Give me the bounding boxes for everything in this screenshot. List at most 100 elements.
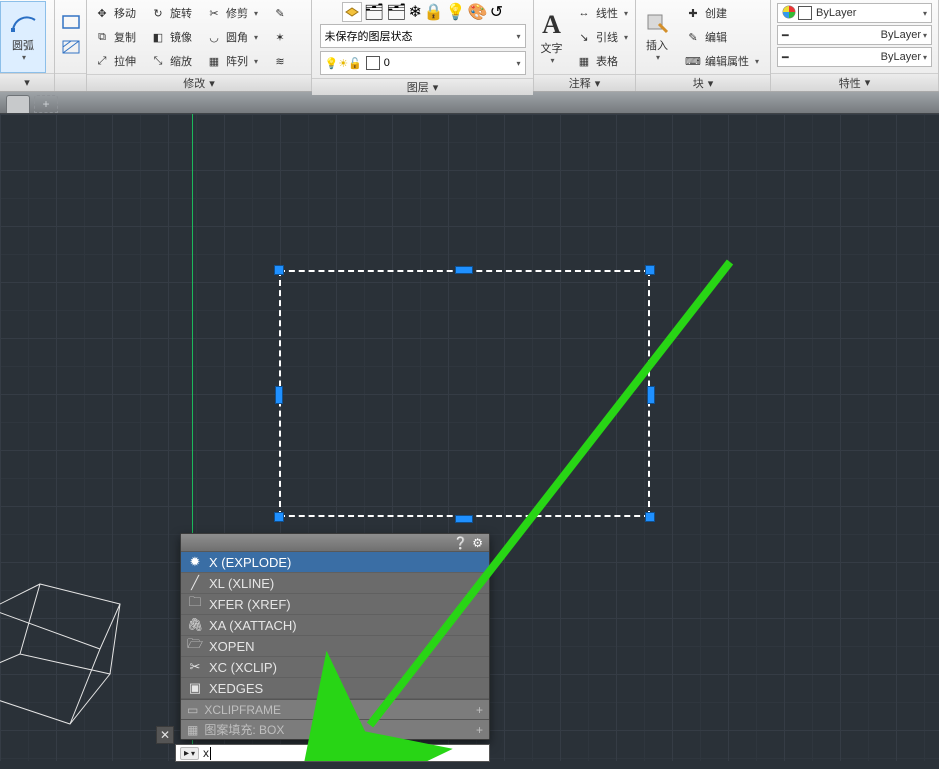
array-button[interactable]: ▦阵列▾: [202, 50, 262, 72]
block-attr-edit-button[interactable]: ⌨编辑属性▾: [681, 50, 763, 72]
ribbon-group-properties: ByLayer▾ ━ ByLayer▾ ━ ByLayer▾ 特性▾: [771, 0, 939, 91]
trim-button[interactable]: ✂修剪▾: [202, 2, 262, 24]
chevron-down-icon[interactable]: ▾: [708, 77, 714, 90]
layer-lock-icon[interactable]: 🔒: [424, 2, 444, 22]
color-combo[interactable]: ByLayer▾: [777, 3, 932, 23]
autocomplete-item-text: XL (XLINE): [209, 576, 274, 591]
chevron-down-icon: ▾: [923, 9, 927, 18]
erase-button[interactable]: ✎: [268, 2, 292, 24]
layer-name-input[interactable]: [384, 57, 515, 69]
autocomplete-item[interactable]: ✹ X (EXPLODE): [181, 552, 489, 573]
autocomplete-section-xclipframe[interactable]: ▭XCLIPFRAME +: [181, 699, 489, 719]
arc-icon: [9, 12, 37, 37]
layer-prev-icon[interactable]: ↺: [490, 2, 503, 22]
layer-title: 图层: [407, 79, 429, 95]
autocomplete-item-text: X (EXPLODE): [209, 555, 291, 570]
chevron-down-icon[interactable]: ▾: [191, 749, 195, 758]
move-button[interactable]: ✥移动: [90, 2, 140, 24]
drawing-tab[interactable]: [6, 95, 30, 113]
create-block-icon: ✚: [685, 5, 701, 21]
scale-button[interactable]: ⤡缩放: [146, 50, 196, 72]
arc-label: 圆弧: [12, 37, 34, 53]
linetype-combo[interactable]: ━ ByLayer▾: [777, 47, 932, 67]
block-edit-button[interactable]: ✎编辑: [681, 26, 763, 48]
leader-button[interactable]: ↘引线▾: [572, 26, 632, 48]
layer-match-icon[interactable]: 🎨: [468, 2, 488, 22]
commandline-input-text: x: [203, 746, 209, 760]
chevron-down-icon[interactable]: ▾: [595, 77, 601, 90]
expand-icon[interactable]: ▾: [24, 76, 30, 89]
explode-button[interactable]: ✶: [268, 26, 292, 48]
dim-linear-button[interactable]: ↔线性▾: [572, 2, 632, 24]
autocomplete-item[interactable]: 🗁XOPEN: [181, 636, 489, 657]
layer-freeze-icon[interactable]: ❄: [409, 2, 422, 22]
autocomplete-section-hatch[interactable]: ▦图案填充: BOX +: [181, 719, 489, 739]
fillet-icon: ◡: [206, 29, 222, 45]
layer-prop-icon[interactable]: [342, 2, 362, 22]
help-icon[interactable]: ❔: [453, 536, 468, 550]
text-icon: A: [542, 10, 561, 40]
autocomplete-item[interactable]: ╱XL (XLINE): [181, 573, 489, 594]
plus-icon[interactable]: +: [476, 723, 483, 737]
table-button[interactable]: ▦表格: [572, 50, 632, 72]
layer-state-combo[interactable]: ▾: [320, 24, 526, 48]
autocomplete-header: ❔ ⚙: [181, 534, 489, 552]
color-wheel-icon: [782, 5, 796, 22]
chevron-down-icon[interactable]: ▾: [433, 81, 439, 94]
lineweight-combo[interactable]: ━ ByLayer▾: [777, 25, 932, 45]
wireframe-box: [0, 554, 150, 769]
linetype-icon: ━: [782, 51, 800, 64]
plus-icon[interactable]: +: [476, 703, 483, 717]
xref-icon: 🗀: [187, 596, 203, 612]
gear-icon[interactable]: ⚙: [472, 536, 483, 550]
chevron-down-icon[interactable]: ▾: [865, 76, 871, 89]
offset-button[interactable]: ≋: [268, 50, 292, 72]
sysvar-icon: ▭: [187, 703, 198, 717]
layer-iso-icon[interactable]: 🗂: [386, 2, 406, 22]
explode-icon: ✹: [187, 554, 203, 570]
grip-top-left[interactable]: [274, 265, 284, 275]
chevron-down-icon[interactable]: ▾: [209, 77, 215, 90]
ribbon: 圆弧 ▾ ▾ ✥移动 ⧉复制 ⤢拉伸 ↻旋转 ◧镜像 ⤡缩放: [0, 0, 939, 92]
hatch-icon[interactable]: [62, 40, 80, 59]
block-create-button[interactable]: ✚创建: [681, 2, 763, 24]
grip-bottom-left[interactable]: [274, 512, 284, 522]
table-icon: ▦: [576, 53, 592, 69]
autocomplete-item[interactable]: ▣XEDGES: [181, 678, 489, 699]
command-autocomplete-popup: ❔ ⚙ ✹ X (EXPLODE) ╱XL (XLINE)🗀XFER (XREF)🖇…: [180, 533, 490, 740]
selection-rectangle[interactable]: [279, 270, 650, 517]
autocomplete-item[interactable]: 🗀XFER (XREF): [181, 594, 489, 615]
fillet-button[interactable]: ◡圆角▾: [202, 26, 262, 48]
new-drawing-tab[interactable]: +: [34, 95, 58, 113]
insert-button[interactable]: 插入 ▾: [636, 1, 678, 73]
ribbon-group-modify: ✥移动 ⧉复制 ⤢拉伸 ↻旋转 ◧镜像 ⤡缩放 ✂修剪▾ ◡圆角▾ ▦阵列▾ ✎…: [87, 0, 312, 91]
rotate-button[interactable]: ↻旋转: [146, 2, 196, 24]
text-button[interactable]: A 文字 ▾: [534, 1, 569, 73]
grip-mid-top[interactable]: [455, 266, 473, 274]
attr-edit-icon: ⌨: [685, 53, 701, 69]
rectangle-icon[interactable]: [62, 15, 80, 34]
layer-current-combo[interactable]: 💡 ☀ 🔓 ▾: [320, 51, 526, 75]
layer-off-icon[interactable]: 💡: [446, 2, 466, 22]
autocomplete-item[interactable]: 🖇XA (XATTACH): [181, 615, 489, 636]
commandline-close-button[interactable]: ✕: [156, 726, 174, 744]
stretch-button[interactable]: ⤢拉伸: [90, 50, 140, 72]
grip-mid-bottom[interactable]: [455, 515, 473, 523]
autocomplete-item[interactable]: ✂XC (XCLIP): [181, 657, 489, 678]
chevron-down-icon: ▾: [22, 53, 26, 62]
trim-icon: ✂: [206, 5, 222, 21]
xopen-icon: 🗁: [187, 638, 203, 654]
grip-bottom-right[interactable]: [645, 512, 655, 522]
drawing-tab-strip: +: [0, 92, 939, 114]
arc-button[interactable]: 圆弧 ▾: [0, 1, 46, 73]
copy-button[interactable]: ⧉复制: [90, 26, 140, 48]
text-caret: [210, 747, 211, 760]
mirror-button[interactable]: ◧镜像: [146, 26, 196, 48]
grip-mid-left[interactable]: [275, 386, 283, 404]
commandline[interactable]: ▸ ▾ x: [175, 744, 490, 762]
grip-mid-right[interactable]: [647, 386, 655, 404]
layer-states-icon[interactable]: 🗂: [364, 2, 384, 22]
grip-top-right[interactable]: [645, 265, 655, 275]
layer-state-input[interactable]: [325, 30, 515, 42]
move-icon: ✥: [94, 5, 110, 21]
